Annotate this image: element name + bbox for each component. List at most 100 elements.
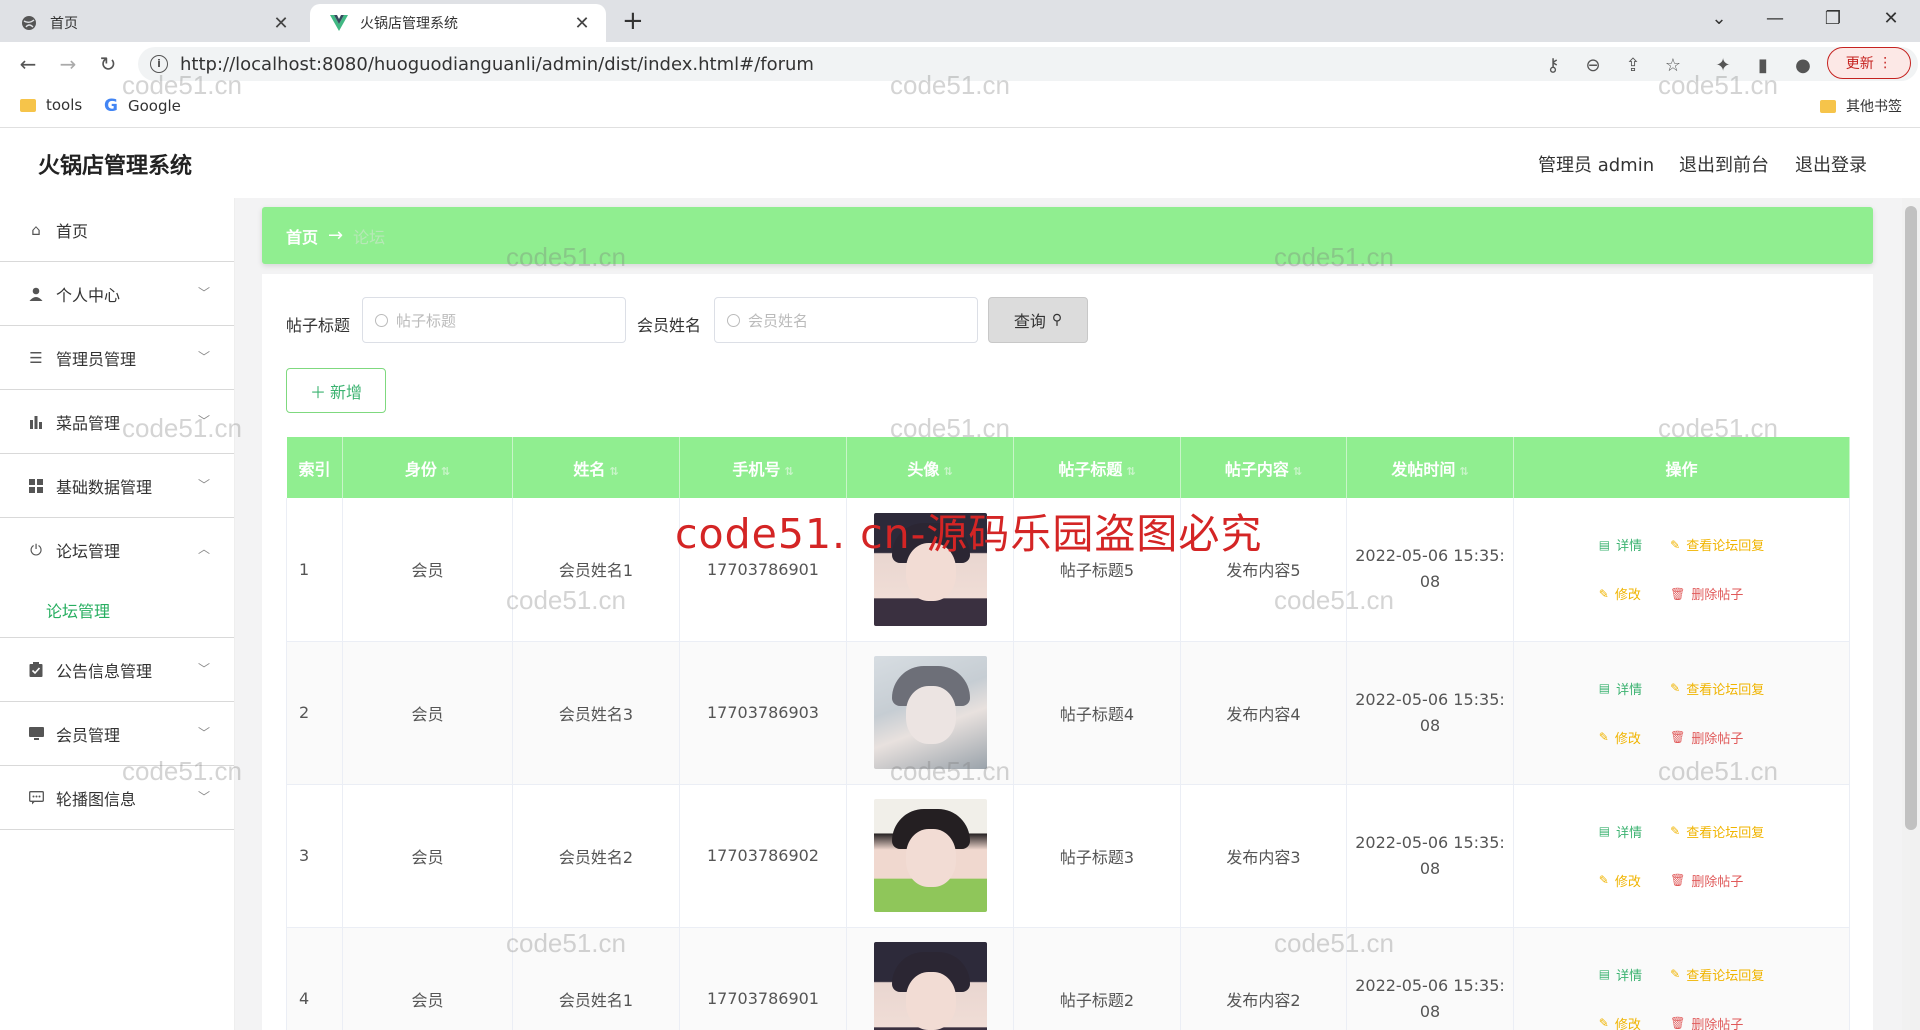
column-header-actions: 操作 xyxy=(1513,437,1850,498)
delete-button[interactable]: 🗑 删除帖子 xyxy=(1670,584,1764,604)
sidebar-item-label: 管理员管理 xyxy=(56,349,137,369)
post-title-placeholder: 帖子标题 xyxy=(396,311,457,330)
cell-post-title: 帖子标题3 xyxy=(1013,784,1181,928)
document-icon: ▤ xyxy=(1598,537,1611,552)
column-header-post-title[interactable]: 帖子标题 ⇅ xyxy=(1013,437,1181,498)
edit-button[interactable]: ✎ 修改 xyxy=(1599,584,1642,604)
bookmark-tools[interactable]: tools xyxy=(20,96,82,114)
extensions-icon[interactable]: ✦ xyxy=(1710,52,1736,78)
avatar[interactable] xyxy=(873,656,987,769)
close-tab-icon[interactable]: ✕ xyxy=(271,13,291,34)
chevron-down-icon: ﹀ xyxy=(197,286,210,300)
site-info-icon[interactable]: i xyxy=(150,55,168,73)
view-replies-button[interactable]: ✎ 查看论坛回复 xyxy=(1670,679,1764,698)
column-header-role[interactable]: 身份 ⇅ xyxy=(342,437,513,498)
edit-button[interactable]: ✎ 修改 xyxy=(1599,1014,1642,1030)
avatar[interactable] xyxy=(873,799,987,912)
cell-phone: 17703786902 xyxy=(679,784,847,928)
table-row: 2 会员 会员姓名3 17703786903 帖子标题4 发布内容4 2022-… xyxy=(286,641,1850,785)
browser-tab-home[interactable]: 首页 ✕ xyxy=(0,4,305,42)
sidebar-item-carousel[interactable]: 轮播图信息 ﹀ xyxy=(0,766,234,830)
delete-button[interactable]: 🗑 删除帖子 xyxy=(1670,871,1764,890)
member-name-input[interactable]: 会员姓名 xyxy=(714,297,978,343)
sidebar-item-label: 公告信息管理 xyxy=(56,661,153,681)
back-to-front-link[interactable]: 退出到前台 xyxy=(1679,151,1769,177)
cell-role: 会员 xyxy=(342,498,513,642)
monitor-icon xyxy=(28,726,44,742)
share-icon[interactable]: ⇪ xyxy=(1620,52,1646,78)
sidebar-subitem-forum-manage[interactable]: 论坛管理 xyxy=(0,582,234,638)
detail-button[interactable]: ▤ 详情 xyxy=(1599,822,1642,841)
breadcrumb-current: 论坛 xyxy=(353,227,386,247)
home-icon: ⌂ xyxy=(31,220,41,239)
cell-role: 会员 xyxy=(342,784,513,928)
tab-title: 首页 xyxy=(50,16,78,32)
sidebar-item-profile[interactable]: 个人中心 ﹀ xyxy=(0,262,234,326)
column-header-name[interactable]: 姓名 ⇅ xyxy=(512,437,680,498)
edit-icon: ✎ xyxy=(1670,824,1681,838)
sidebar-item-admins[interactable]: ☰ 管理员管理 ﹀ xyxy=(0,326,234,390)
back-icon[interactable]: ← xyxy=(14,50,42,78)
tab-search-icon[interactable]: ⌄ xyxy=(1696,4,1742,34)
sidebar-item-notices[interactable]: 公告信息管理 ﹀ xyxy=(0,638,234,702)
profile-icon[interactable]: ● xyxy=(1790,52,1816,78)
view-replies-button[interactable]: ✎ 查看论坛回复 xyxy=(1670,965,1764,984)
sidebar-item-label: 基础数据管理 xyxy=(56,477,153,497)
trash-icon: 🗑 xyxy=(1670,873,1686,887)
breadcrumb-home[interactable]: 首页 xyxy=(286,224,318,248)
scrollbar-thumb[interactable] xyxy=(1905,206,1917,830)
search-icon xyxy=(727,313,740,327)
view-replies-button[interactable]: ✎ 查看论坛回复 xyxy=(1670,535,1764,555)
detail-button[interactable]: ▤ 详情 xyxy=(1599,679,1642,698)
edit-button[interactable]: ✎ 修改 xyxy=(1599,728,1642,747)
restore-icon[interactable]: ❐ xyxy=(1810,4,1856,34)
cell-phone: 17703786903 xyxy=(679,641,847,785)
cell-post-content: 发布内容3 xyxy=(1180,784,1347,928)
other-bookmarks-label: 其他书签 xyxy=(1846,99,1902,115)
delete-button[interactable]: 🗑 删除帖子 xyxy=(1670,728,1764,747)
side-panel-icon[interactable]: ▮ xyxy=(1750,52,1776,78)
post-title-input[interactable]: 帖子标题 xyxy=(362,297,626,343)
logout-link[interactable]: 退出登录 xyxy=(1795,151,1867,177)
member-name-placeholder: 会员姓名 xyxy=(748,311,809,330)
reload-icon[interactable]: ↻ xyxy=(94,50,122,78)
sidebar-item-home[interactable]: ⌂ 首页 xyxy=(0,198,234,262)
sidebar-item-dishes[interactable]: 菜品管理 ﹀ xyxy=(0,390,234,454)
bookmark-google[interactable]: G Google xyxy=(104,96,181,116)
search-button[interactable]: 查询 ⚲ xyxy=(988,297,1088,343)
key-icon[interactable]: ⚷ xyxy=(1540,52,1566,78)
delete-button[interactable]: 🗑 删除帖子 xyxy=(1670,1014,1764,1030)
cell-actions: ▤ 详情 ✎ 查看论坛回复 ✎ 修改 🗑 删除帖子 xyxy=(1513,641,1850,785)
bookmark-star-icon[interactable]: ☆ xyxy=(1660,52,1686,78)
url-text[interactable]: http://localhost:8080/huoguodianguanli/a… xyxy=(180,54,814,75)
zoom-icon[interactable]: ⊖ xyxy=(1580,52,1606,78)
add-button[interactable]: ＋ 新增 xyxy=(286,368,386,413)
address-bar[interactable]: i http://localhost:8080/huoguodianguanli… xyxy=(138,47,1918,81)
sidebar-item-forum[interactable]: ⏻ 论坛管理 ︿ xyxy=(0,518,234,582)
document-icon: ▤ xyxy=(1598,967,1611,981)
close-tab-icon[interactable]: ✕ xyxy=(572,13,592,34)
column-header-post-time[interactable]: 发帖时间 ⇅ xyxy=(1346,437,1514,498)
forward-icon[interactable]: → xyxy=(54,50,82,78)
page-scrollbar[interactable] xyxy=(1902,198,1920,1030)
avatar[interactable] xyxy=(873,942,987,1030)
close-window-icon[interactable]: ✕ xyxy=(1868,4,1914,34)
sidebar-item-label: 会员管理 xyxy=(56,725,121,745)
browser-tab-app[interactable]: 火锅店管理系统 ✕ xyxy=(310,4,606,42)
other-bookmarks[interactable]: 其他书签 xyxy=(1820,96,1902,116)
column-header-phone[interactable]: 手机号 ⇅ xyxy=(679,437,847,498)
column-header-post-content[interactable]: 帖子内容 ⇅ xyxy=(1180,437,1347,498)
detail-button[interactable]: ▤ 详情 xyxy=(1599,965,1642,984)
new-tab-button[interactable]: + xyxy=(622,6,644,36)
edit-button[interactable]: ✎ 修改 xyxy=(1599,871,1642,890)
sidebar-item-basic-data[interactable]: 基础数据管理 ﹀ xyxy=(0,454,234,518)
detail-button[interactable]: ▤ 详情 xyxy=(1598,535,1642,555)
minimize-icon[interactable]: — xyxy=(1752,4,1798,34)
plus-icon: ＋ xyxy=(309,382,326,402)
edit-icon: ✎ xyxy=(1598,1016,1609,1030)
update-button[interactable]: 更新 ⋮ xyxy=(1827,47,1911,79)
sidebar-item-members[interactable]: 会员管理 ﹀ xyxy=(0,702,234,766)
column-header-avatar[interactable]: 头像 ⇅ xyxy=(846,437,1014,498)
view-replies-button[interactable]: ✎ 查看论坛回复 xyxy=(1670,822,1764,841)
clipboard-icon xyxy=(28,662,44,678)
